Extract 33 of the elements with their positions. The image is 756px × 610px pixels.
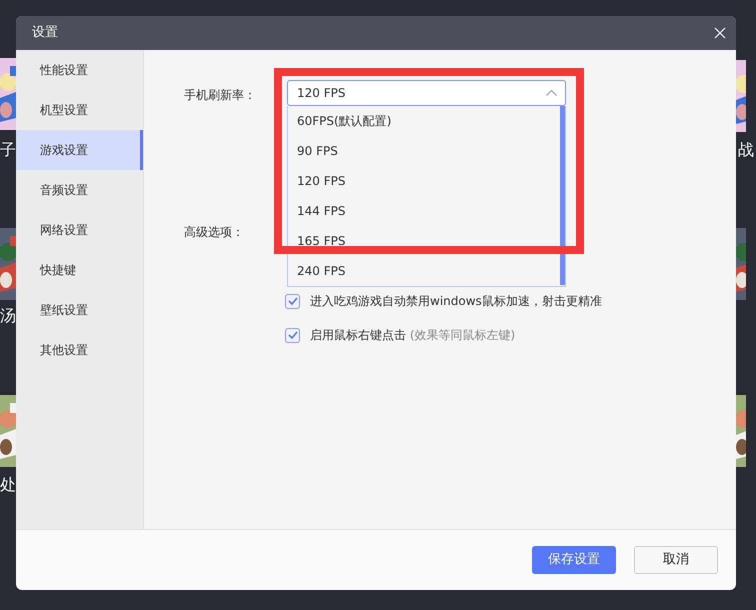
dropdown-option[interactable]: 165 FPS — [288, 226, 560, 256]
desktop-label: 处 — [0, 477, 16, 493]
field-label: 手机刷新率： — [184, 87, 257, 104]
sidebar-item[interactable]: 音频设置 — [16, 170, 143, 210]
checkbox-label: 进入吃鸡游戏自动禁用windows鼠标加速，射击更精准 — [310, 293, 602, 310]
checkbox[interactable] — [285, 294, 300, 308]
check-icon — [288, 297, 298, 305]
sidebar-item[interactable]: 性能设置 — [16, 50, 143, 90]
caret-icon — [546, 90, 557, 96]
refresh-rate-select[interactable]: 120 FPS — [287, 80, 566, 106]
desktop-label: 汤 — [0, 308, 16, 324]
sidebar-item[interactable]: 机型设置 — [16, 90, 143, 130]
check-icon — [288, 331, 298, 339]
sidebar-item[interactable]: 其他设置 — [16, 330, 143, 370]
dropdown-option[interactable]: 60FPS(默认配置) — [288, 106, 560, 136]
desktop-label: 子 — [0, 142, 16, 158]
sidebar-item[interactable]: 快捷键 — [16, 250, 143, 290]
dropdown-option[interactable]: 90 FPS — [288, 136, 560, 166]
dropdown-option[interactable]: 120 FPS — [288, 166, 560, 196]
sidebar-item[interactable]: 游戏设置 — [16, 130, 143, 170]
cancel-button[interactable]: 取消 — [634, 546, 718, 574]
field-label: 高级选项： — [184, 224, 245, 241]
sidebar-item[interactable]: 壁纸设置 — [16, 290, 143, 330]
scrollbar[interactable] — [560, 106, 565, 285]
sidebar-item[interactable]: 网络设置 — [16, 210, 143, 250]
dropdown-option[interactable]: 144 FPS — [288, 196, 560, 226]
checkbox[interactable] — [285, 328, 300, 342]
close-icon[interactable] — [714, 27, 726, 39]
desktop-label: 战 — [738, 142, 754, 158]
save-button[interactable]: 保存设置 — [532, 546, 616, 574]
dropdown-option[interactable]: 240 FPS — [288, 256, 560, 286]
dialog-title: 设置 — [32, 24, 58, 42]
checkbox-label: 启用鼠标右键点击 (效果等同鼠标左键) — [310, 327, 516, 344]
